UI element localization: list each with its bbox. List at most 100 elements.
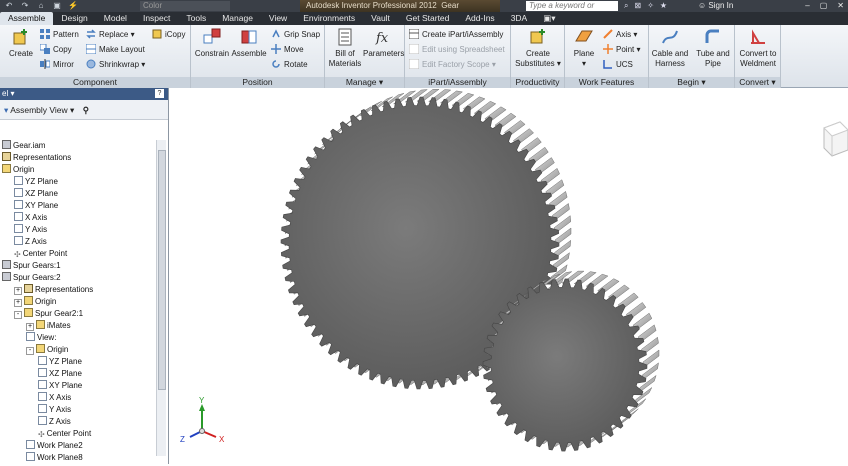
- create-substitutes-button[interactable]: Create Substitutes ▾: [514, 27, 562, 69]
- icopy-button[interactable]: iCopy: [152, 29, 185, 41]
- update-icon[interactable]: ⚡: [68, 1, 78, 11]
- tree-node[interactable]: Origin: [0, 164, 156, 176]
- tree-node[interactable]: Gear.iam: [0, 140, 156, 152]
- create-button[interactable]: Create: [8, 27, 34, 59]
- tree-node[interactable]: XZ Plane: [0, 368, 156, 380]
- favorites-icon[interactable]: ★: [660, 0, 667, 12]
- tree-node[interactable]: Z Axis: [0, 416, 156, 428]
- tree-node[interactable]: X Axis: [0, 392, 156, 404]
- tree-node[interactable]: Work Plane8: [0, 452, 156, 464]
- tree-node[interactable]: XY Plane: [0, 380, 156, 392]
- find-icon[interactable]: ⚲: [83, 105, 89, 115]
- pattern-button[interactable]: Pattern: [40, 29, 79, 41]
- work-features-panel: Plane ▾ Axis ▾ Point ▾ UCS Work Features: [565, 25, 649, 88]
- tab-model[interactable]: Model: [96, 12, 135, 25]
- tab-get-started[interactable]: Get Started: [398, 12, 457, 25]
- sign-in-link[interactable]: ☺ Sign In: [698, 0, 733, 12]
- tab-inspect[interactable]: Inspect: [135, 12, 178, 25]
- viewcube[interactable]: [818, 118, 848, 158]
- collapse-icon[interactable]: -: [14, 311, 22, 319]
- move-button[interactable]: Move: [271, 44, 304, 56]
- create-ipart-button[interactable]: Create iPart/iAssembly: [409, 29, 503, 41]
- rotate-button[interactable]: Rotate: [271, 59, 308, 71]
- tree-node[interactable]: Z Axis: [0, 236, 156, 248]
- graphics-window[interactable]: Y X Z: [170, 88, 848, 464]
- minimize-icon[interactable]: –: [805, 0, 809, 12]
- undo-icon[interactable]: ↶: [4, 1, 14, 11]
- tab-manage[interactable]: Manage: [214, 12, 261, 25]
- browser-scrollbar[interactable]: [156, 140, 166, 456]
- search-icon[interactable]: ⌕: [624, 0, 628, 12]
- constrain-button[interactable]: Constrain: [194, 27, 230, 59]
- make-layout-button[interactable]: Make Layout: [86, 44, 145, 56]
- scrollbar-thumb[interactable]: [158, 150, 166, 390]
- tree-node[interactable]: + iMates: [0, 320, 156, 332]
- tree-node[interactable]: Spur Gears:1: [0, 260, 156, 272]
- shrinkwrap-button[interactable]: Shrinkwrap ▾: [86, 59, 145, 71]
- tab-add-ins[interactable]: Add-Ins: [457, 12, 502, 25]
- home-icon[interactable]: ⌂: [36, 1, 46, 11]
- tree-node[interactable]: + Origin: [0, 296, 156, 308]
- tab-assemble[interactable]: Assemble: [0, 12, 54, 25]
- expand-icon[interactable]: +: [14, 287, 22, 295]
- tree-node[interactable]: + Representations: [0, 284, 156, 296]
- search-input[interactable]: Type a keyword or phrase: [526, 1, 618, 20]
- tree-node[interactable]: XY Plane: [0, 200, 156, 212]
- tree-node[interactable]: X Axis: [0, 212, 156, 224]
- axis-button[interactable]: Axis ▾: [603, 29, 637, 41]
- tree-node[interactable]: Y Axis: [0, 404, 156, 416]
- help-icon[interactable]: ?: [155, 89, 164, 98]
- tab-vault[interactable]: Vault: [363, 12, 398, 25]
- tree-node[interactable]: - Spur Gear2:1: [0, 308, 156, 320]
- ucs-button[interactable]: UCS: [603, 59, 633, 71]
- tree-node[interactable]: View:: [0, 332, 156, 344]
- replace-button[interactable]: Replace ▾: [86, 29, 135, 41]
- tree-node[interactable]: Representations: [0, 152, 156, 164]
- assemble-button[interactable]: Assemble: [231, 27, 267, 59]
- tab-environments[interactable]: Environments: [295, 12, 363, 25]
- filter-icon[interactable]: ▾: [4, 105, 8, 115]
- copy-button[interactable]: Copy: [40, 44, 72, 56]
- point-button[interactable]: Point ▾: [603, 44, 640, 56]
- tree-node[interactable]: XZ Plane: [0, 188, 156, 200]
- cable-harness-button[interactable]: Cable and Harness: [649, 27, 691, 69]
- tree-node[interactable]: Y Axis: [0, 224, 156, 236]
- tube-pipe-button[interactable]: Tube and Pipe: [693, 27, 733, 69]
- tree-node[interactable]: YZ Plane: [0, 356, 156, 368]
- expand-icon[interactable]: +: [26, 323, 34, 331]
- grip-snap-button[interactable]: Grip Snap: [271, 29, 320, 41]
- browser-header: el ▾?: [0, 88, 168, 100]
- assembly-view-dropdown[interactable]: Assembly View ▾: [10, 105, 74, 115]
- tree-node[interactable]: Spur Gears:2: [0, 272, 156, 284]
- create-component-icon: [13, 29, 27, 45]
- plane-button[interactable]: Plane ▾: [569, 27, 599, 69]
- select-icon[interactable]: ▣: [52, 1, 62, 11]
- close-icon[interactable]: ✕: [837, 0, 844, 12]
- mirror-button[interactable]: Mirror: [40, 59, 74, 71]
- tab-3da[interactable]: 3DA: [503, 12, 536, 25]
- expand-icon[interactable]: +: [14, 299, 22, 307]
- tree-node[interactable]: ✣ Center Point: [0, 248, 156, 260]
- maximize-icon[interactable]: ▢: [820, 0, 828, 12]
- part-icon: [2, 272, 11, 281]
- tree-node[interactable]: ✣ Center Point: [0, 428, 156, 440]
- tab-tools[interactable]: Tools: [178, 12, 214, 25]
- communication-icon[interactable]: ✧: [647, 0, 654, 12]
- tree-node[interactable]: Work Plane2: [0, 440, 156, 452]
- tab-design[interactable]: Design: [53, 12, 95, 25]
- subscription-icon[interactable]: ⊠: [634, 0, 641, 12]
- bill-of-materials-button[interactable]: Bill of Materials: [328, 27, 362, 69]
- tab-view[interactable]: View: [261, 12, 295, 25]
- tree-node[interactable]: - Origin: [0, 344, 156, 356]
- convert-weldment-button[interactable]: Convert to Weldment: [735, 27, 781, 69]
- collapse-icon[interactable]: -: [26, 347, 34, 355]
- parameters-button[interactable]: fx Parameters: [363, 27, 404, 59]
- edit-factory-scope-button[interactable]: Edit Factory Scope ▾: [409, 59, 496, 71]
- gear-model-svg[interactable]: Y X Z: [170, 88, 848, 464]
- color-dropdown[interactable]: Color: [140, 1, 230, 11]
- ribbon-options-icon[interactable]: ▣▾: [535, 12, 563, 25]
- dropdown-arrow-icon[interactable]: ▾: [10, 89, 14, 98]
- redo-icon[interactable]: ↷: [20, 1, 30, 11]
- edit-spreadsheet-button[interactable]: Edit using Spreadsheet: [409, 44, 505, 56]
- tree-node[interactable]: YZ Plane: [0, 176, 156, 188]
